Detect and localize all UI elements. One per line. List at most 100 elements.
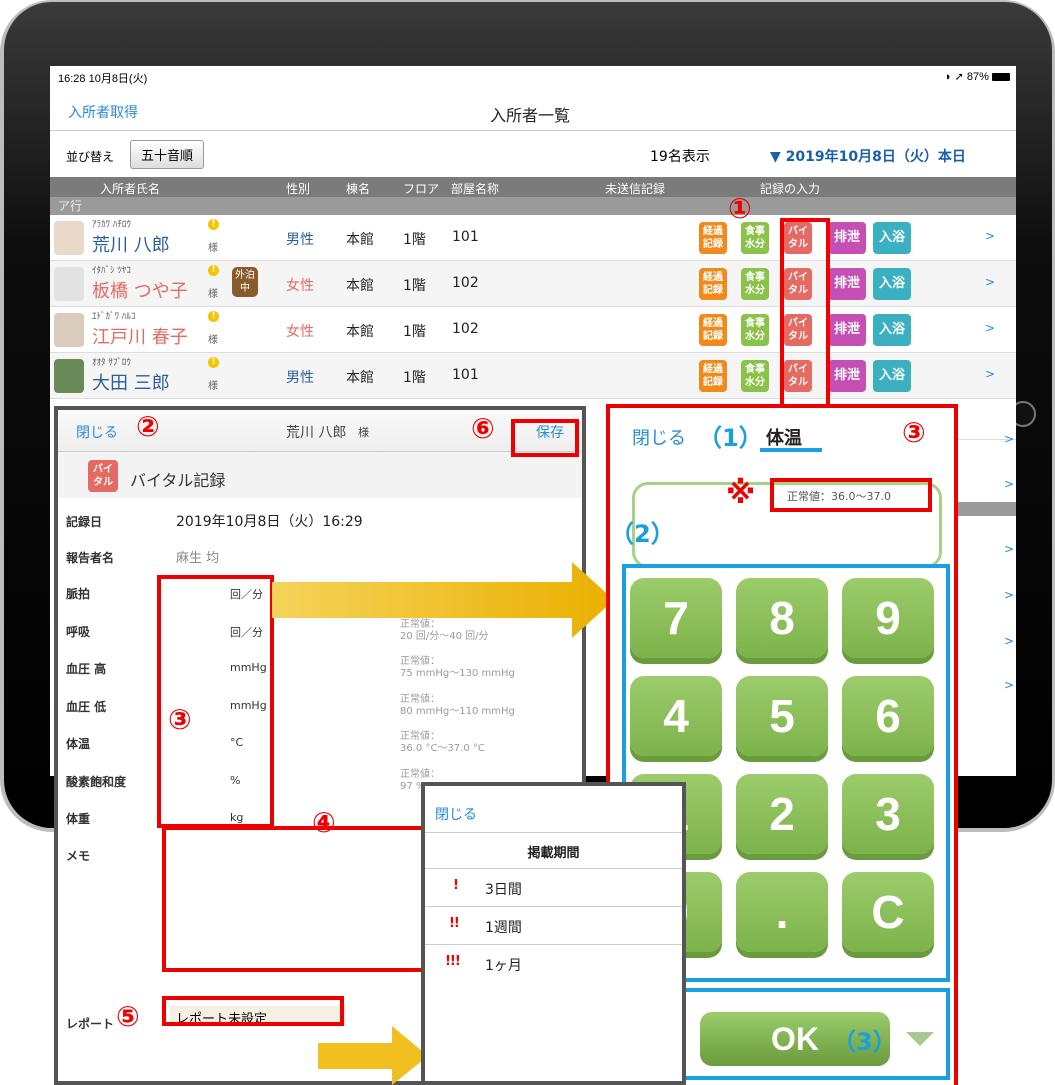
- location-icon: ➚: [954, 71, 964, 83]
- resident-gender: 男性: [286, 370, 314, 386]
- vital-field-normal: 正常値： 36.0 °C〜37.0 °C: [400, 731, 485, 754]
- resident-kana: ｴﾄﾞｶﾞﾜ ﾊﾙｺ: [92, 312, 136, 322]
- row-chevron[interactable]: >: [985, 229, 995, 243]
- resident-name: 江戸川 春子: [92, 327, 188, 348]
- tag-nyuyoku-button[interactable]: 入浴: [873, 268, 911, 300]
- col-unsent: 未送信記録: [605, 182, 666, 196]
- resident-gender: 女性: [286, 324, 314, 340]
- vital-field-label: 酸素飽和度: [66, 774, 127, 789]
- tag-shokuji-button[interactable]: 食事 水分: [741, 314, 769, 346]
- date-selector[interactable]: ▼ 2019年10月8日（火）本日: [770, 146, 966, 166]
- reporter-label: 報告者名: [66, 551, 115, 565]
- status-time: 16:28 10月8日(火): [58, 73, 148, 85]
- row-chevron[interactable]: >: [985, 321, 995, 335]
- tag-keika-button[interactable]: 経過 記録: [699, 222, 727, 254]
- tag-haisetsu-button[interactable]: 排泄: [828, 314, 866, 346]
- resident-building: 本館: [346, 232, 374, 248]
- warning-icon: !: [208, 311, 219, 322]
- warning-icon: !: [208, 219, 219, 230]
- sort-button[interactable]: 五十音順: [130, 140, 205, 169]
- resident-name: 大田 三郎: [92, 373, 170, 394]
- row-chevron[interactable]: >: [1004, 432, 1014, 446]
- avatar: [54, 267, 84, 301]
- annotation-report: [162, 996, 344, 1026]
- group-header: ア行: [50, 197, 1016, 215]
- vital-icon: バイ タル: [88, 460, 118, 492]
- tag-nyuyoku-button[interactable]: 入浴: [873, 314, 911, 346]
- resident-kana: ｵｵﾀ ｻﾌﾞﾛｳ: [92, 358, 131, 368]
- vital-field-label: 呼吸: [66, 624, 91, 639]
- resident-floor: 1階: [403, 232, 426, 248]
- modal-title: バイタル記録: [130, 471, 226, 490]
- table-header: 入所者氏名 性別 棟名 フロア 部屋名称 未送信記録 記録の入力: [50, 177, 1016, 197]
- resident-building: 本館: [346, 370, 374, 386]
- tag-shokuji-button[interactable]: 食事 水分: [741, 360, 769, 392]
- battery-percent: 87%: [966, 71, 989, 83]
- tag-haisetsu-button[interactable]: 排泄: [828, 268, 866, 300]
- resident-room: 101: [452, 229, 479, 245]
- alert-icon: !!: [449, 916, 460, 931]
- vital-field-label: 体重: [66, 812, 91, 826]
- resident-kana: ｲﾀﾊﾞｼ ﾂﾔｺ: [92, 266, 131, 276]
- row-chevron[interactable]: >: [985, 275, 995, 289]
- annotation-5: ⑤: [116, 1000, 140, 1033]
- display-count: 19名表示: [650, 149, 710, 165]
- patient-sama: 様: [358, 426, 369, 439]
- table-row[interactable]: ｲﾀﾊﾞｼ ﾂﾔｺ 板橋 つや子! 様 外泊 中 女性 本館 1階 102 経過 記録 食事 水分…: [50, 261, 1016, 307]
- tag-keika-button[interactable]: 経過 記録: [699, 268, 727, 300]
- row-chevron[interactable]: >: [985, 367, 995, 381]
- period-option[interactable]: ! 3日間: [425, 868, 682, 906]
- period-label: 1ヶ月: [485, 958, 522, 974]
- col-building: 棟名: [346, 182, 371, 196]
- col-record-input: 記録の入力: [760, 182, 821, 196]
- reporter-name[interactable]: 麻生 均: [176, 547, 219, 566]
- period-option[interactable]: !! 1週間: [425, 906, 682, 944]
- row-chevron[interactable]: >: [1004, 477, 1014, 491]
- resident-building: 本館: [346, 278, 374, 294]
- annotation-3-left: ③: [168, 703, 192, 736]
- report-label: レポート: [66, 1017, 115, 1031]
- battery-icon: [992, 73, 1010, 82]
- period-modal: 閉じる 掲載期間 ! 3日間 !! 1週間!!! 1ヶ月: [421, 782, 686, 1085]
- row-chevron[interactable]: >: [1004, 634, 1014, 648]
- arrow-to-1month: [318, 1026, 428, 1085]
- resident-floor: 1階: [403, 278, 426, 294]
- period-label: 3日間: [485, 882, 522, 898]
- resident-room: 101: [452, 367, 479, 383]
- table-row[interactable]: ｵｵﾀ ｻﾌﾞﾛｳ 大田 三郎! 様男性 本館 1階 101 経過 記録 食事 水分 バイ タル…: [50, 353, 1016, 399]
- col-room: 部屋名称: [451, 182, 500, 196]
- record-date-label: 記録日: [66, 515, 103, 529]
- period-option[interactable]: !!! 1ヶ月: [425, 944, 682, 982]
- tag-haisetsu-button[interactable]: 排泄: [828, 360, 866, 392]
- tag-nyuyoku-button[interactable]: 入浴: [873, 222, 911, 254]
- row-chevron[interactable]: >: [1004, 588, 1014, 602]
- row-chevron[interactable]: >: [1004, 542, 1014, 556]
- fetch-residents-link[interactable]: 入所者取得: [68, 102, 138, 122]
- resident-name: 荒川 八郎: [92, 235, 170, 256]
- annotation-6: ⑥: [471, 412, 495, 445]
- tag-shokuji-button[interactable]: 食事 水分: [741, 268, 769, 300]
- table-row[interactable]: ｴﾄﾞｶﾞﾜ ﾊﾙｺ 江戸川 春子! 様女性 本館 1階 102 経過 記録 食事 水分 バイ …: [50, 307, 1016, 353]
- vital-field-label: 血圧 低: [66, 699, 107, 714]
- resident-gender: 男性: [286, 232, 314, 248]
- close-button[interactable]: 閉じる: [76, 422, 118, 442]
- record-date[interactable]: 2019年10月8日（火）16:29: [176, 511, 363, 531]
- status-icons: ◗ ➚ 87%: [930, 70, 1010, 83]
- memo-label: メモ: [66, 849, 91, 863]
- annotation-input-column: [157, 575, 274, 828]
- tag-nyuyoku-button[interactable]: 入浴: [873, 360, 911, 392]
- tag-shokuji-button[interactable]: 食事 水分: [741, 222, 769, 254]
- avatar: [54, 221, 84, 255]
- avatar: [54, 359, 84, 393]
- vital-field-label: 血圧 高: [66, 662, 107, 676]
- tag-haisetsu-button[interactable]: 排泄: [828, 222, 866, 254]
- row-chevron[interactable]: >: [1004, 678, 1014, 692]
- alert-icon: !: [453, 878, 459, 893]
- table-row[interactable]: ｱﾗｶﾜ ﾊﾁﾛｳ 荒川 八郎! 様男性 本館 1階 101 経過 記録 食事 水分 バイ タル…: [50, 215, 1016, 261]
- period-close[interactable]: 閉じる: [435, 804, 477, 824]
- resident-kana: ｱﾗｶﾜ ﾊﾁﾛｳ: [92, 220, 131, 230]
- resident-sama: 様: [208, 381, 218, 392]
- tag-keika-button[interactable]: 経過 記録: [699, 360, 727, 392]
- tag-keika-button[interactable]: 経過 記録: [699, 314, 727, 346]
- period-title: 掲載期間: [527, 846, 580, 861]
